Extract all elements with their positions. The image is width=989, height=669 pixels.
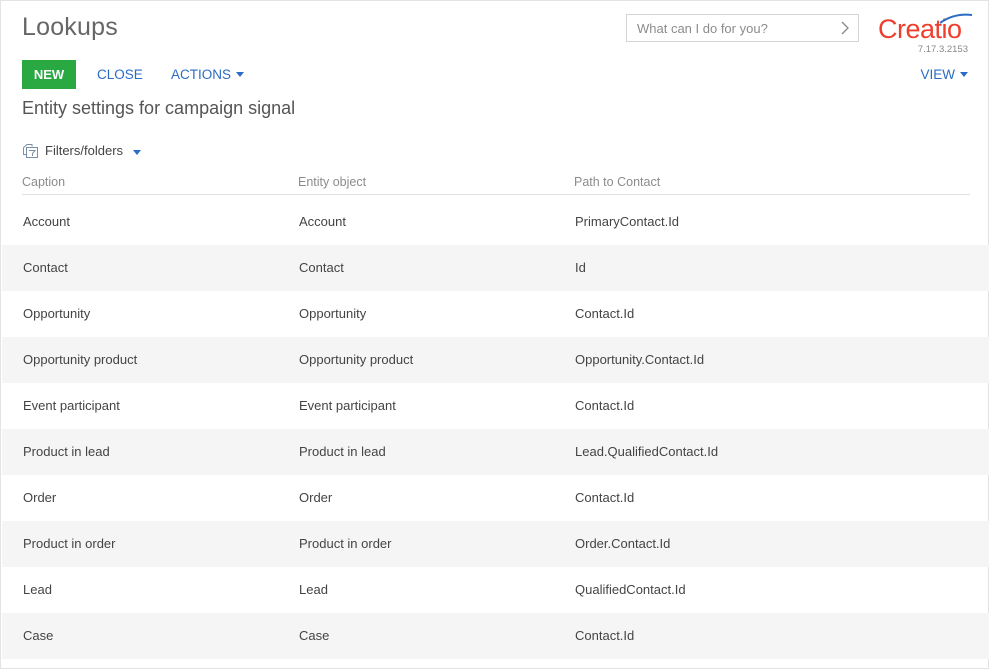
cell-entity-object: Opportunity	[299, 306, 367, 321]
cell-entity-object: Account	[299, 214, 346, 229]
table-header: Caption Entity object Path to Contact	[22, 173, 970, 195]
cell-path-to-contact: Id	[575, 260, 586, 275]
caret-down-icon	[236, 71, 245, 77]
cell-entity-object: Product in lead	[299, 444, 386, 459]
column-header-caption[interactable]: Caption	[22, 175, 65, 189]
cell-path-to-contact: Opportunity.Contact.Id	[575, 352, 705, 367]
filters-label: Filters/folders	[45, 143, 124, 158]
cell-caption: Event participant	[23, 398, 120, 413]
cell-caption: Lead	[23, 582, 52, 597]
section-title: Entity settings for campaign signal	[22, 98, 296, 118]
logo-swoosh-icon	[939, 13, 973, 24]
table-row[interactable]: Contact Contact Id	[2, 245, 989, 291]
table-row[interactable]: Product in order Product in order Order.…	[2, 521, 989, 567]
cell-path-to-contact: Order.Contact.Id	[575, 536, 671, 551]
cell-path-to-contact: Contact.Id	[575, 398, 635, 413]
cell-path-to-contact: Contact.Id	[575, 490, 635, 505]
cell-entity-object: Product in order	[299, 536, 392, 551]
close-button[interactable]: CLOSE	[97, 60, 143, 89]
cell-path-to-contact: PrimaryContact.Id	[575, 214, 680, 229]
new-button[interactable]: NEW	[22, 60, 76, 89]
table-row[interactable]: Case Case Contact.Id	[2, 613, 989, 659]
creatio-logo: Creatio	[878, 11, 974, 45]
close-button-label: CLOSE	[97, 67, 143, 82]
cell-caption: Opportunity	[23, 306, 91, 321]
table-row[interactable]: Event participant Event participant Cont…	[2, 383, 989, 429]
app-window: Lookups Creatio 7.17.3.2153 NEW CLOSE AC…	[0, 0, 989, 669]
caret-down-icon	[133, 150, 141, 155]
cell-caption: Contact	[23, 260, 68, 275]
view-label: VIEW	[920, 67, 955, 82]
cell-entity-object: Event participant	[299, 398, 396, 413]
table-row[interactable]: Order Order Contact.Id	[2, 475, 989, 521]
cell-caption: Account	[23, 214, 70, 229]
cell-path-to-contact: QualifiedContact.Id	[575, 582, 686, 597]
column-header-entity-object[interactable]: Entity object	[298, 175, 366, 189]
caret-down-icon	[960, 71, 968, 77]
cell-entity-object: Lead	[299, 582, 328, 597]
cell-caption: Opportunity product	[23, 352, 138, 367]
cell-path-to-contact: Contact.Id	[575, 628, 635, 643]
cell-caption: Case	[23, 628, 54, 643]
column-header-path-to-contact[interactable]: Path to Contact	[574, 175, 660, 189]
cell-entity-object: Order	[299, 490, 333, 505]
table-row[interactable]: Opportunity Opportunity Contact.Id	[2, 291, 989, 337]
actions-dropdown[interactable]: ACTIONS	[171, 60, 245, 89]
table-row[interactable]: Account Account PrimaryContact.Id	[2, 199, 989, 245]
version-label: 7.17.3.2153	[917, 44, 968, 55]
table-body: Account Account PrimaryContact.Id Contac…	[2, 199, 989, 659]
actions-label: ACTIONS	[171, 67, 232, 82]
page-title: Lookups	[22, 13, 118, 41]
cell-caption: Product in lead	[23, 444, 110, 459]
folder-filter-icon	[23, 144, 38, 158]
cell-path-to-contact: Lead.QualifiedContact.Id	[575, 444, 719, 459]
table-row[interactable]: Product in lead Product in lead Lead.Qua…	[2, 429, 989, 475]
cell-path-to-contact: Contact.Id	[575, 306, 635, 321]
view-dropdown[interactable]: VIEW	[920, 60, 968, 89]
cell-entity-object: Contact	[299, 260, 344, 275]
cell-entity-object: Opportunity product	[299, 352, 414, 367]
cell-caption: Order	[23, 490, 57, 505]
chevron-right-icon[interactable]	[838, 21, 852, 35]
cell-entity-object: Case	[299, 628, 330, 643]
cell-caption: Product in order	[23, 536, 116, 551]
search-input[interactable]	[627, 15, 832, 41]
table-row[interactable]: Lead Lead QualifiedContact.Id	[2, 567, 989, 613]
table-row[interactable]: Opportunity product Opportunity product …	[2, 337, 989, 383]
command-search[interactable]	[626, 14, 859, 42]
